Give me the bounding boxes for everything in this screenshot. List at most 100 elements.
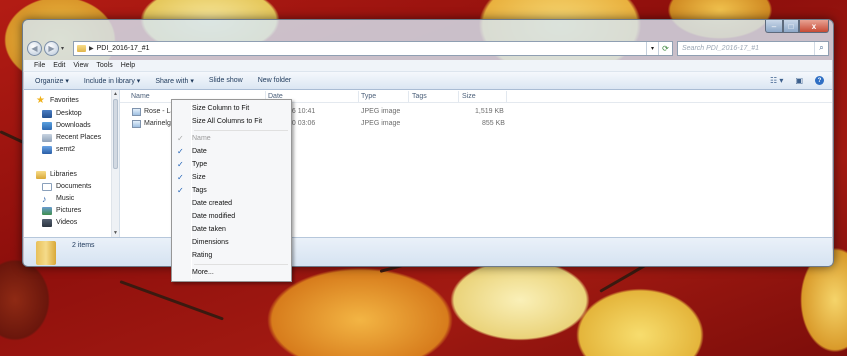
nav-label: semt2 [56, 146, 76, 153]
menu-separator [194, 264, 288, 265]
file-date: 16 10:41 [288, 108, 316, 115]
nav-label: Videos [56, 219, 78, 226]
nav-item-semt2[interactable]: semt2 [42, 144, 75, 155]
maximize-button[interactable]: □ [783, 20, 799, 33]
menu-item-size-column-to-fit[interactable]: Size Column to Fit [192, 103, 249, 115]
folder-icon [36, 241, 56, 265]
nav-label: Documents [56, 183, 92, 190]
nav-item-favorites[interactable]: ★ Favorites [36, 95, 79, 106]
menu-separator [194, 130, 288, 131]
checkmark-icon: ✓ [177, 160, 184, 169]
search-input[interactable]: Search PDI_2016-17_#1 ⌕ [677, 40, 829, 56]
menu-bar: File Edit View Tools Help [24, 60, 832, 72]
menu-item-date[interactable]: Date [192, 146, 207, 158]
column-header-type[interactable]: Type [361, 93, 376, 100]
share-with-button[interactable]: Share with ▾ [155, 77, 194, 85]
libraries-icon [36, 170, 46, 179]
menu-item-size[interactable]: Size [192, 172, 206, 184]
menu-item-dimensions[interactable]: Dimensions [192, 237, 229, 249]
nav-label: Music [56, 195, 75, 202]
jpeg-file-icon [132, 108, 141, 116]
recent-places-icon [42, 133, 52, 142]
folder-icon [77, 44, 86, 52]
menu-item-size-all-columns-to-fit[interactable]: Size All Columns to Fit [192, 116, 262, 128]
nav-item-videos[interactable]: Videos [42, 217, 77, 228]
menu-item-date-modified[interactable]: Date modified [192, 211, 235, 223]
address-dropdown-button[interactable]: ▾ [646, 41, 658, 55]
refresh-icon[interactable]: ⟳ [658, 41, 672, 55]
preview-pane-icon[interactable]: ▣ [795, 76, 803, 85]
item-count: 2 items [72, 242, 95, 249]
nav-item-pictures[interactable]: Pictures [42, 205, 81, 216]
scroll-down-icon[interactable]: ▼ [113, 230, 118, 236]
menu-tools[interactable]: Tools [96, 62, 112, 69]
breadcrumb[interactable]: PDI_2016-17_#1 [97, 45, 150, 52]
command-bar: Organize ▾ Include in library ▾ Share wi… [24, 72, 832, 90]
search-icon[interactable]: ⌕ [814, 41, 828, 55]
file-size: 855 KB [482, 120, 505, 127]
network-share-icon [42, 145, 52, 154]
change-view-icon[interactable]: ☷ ▾ [770, 76, 783, 85]
checkmark-icon: ✓ [177, 173, 184, 182]
column-header-tags[interactable]: Tags [412, 93, 427, 100]
menu-view[interactable]: View [73, 62, 88, 69]
caption-buttons: – □ x [765, 20, 829, 33]
menu-item-date-created[interactable]: Date created [192, 198, 232, 210]
nav-item-downloads[interactable]: Downloads [42, 120, 91, 131]
column-divider[interactable] [458, 91, 459, 102]
nav-label: Downloads [56, 122, 91, 129]
nav-item-libraries[interactable]: Libraries [36, 169, 77, 180]
menu-item-date-taken[interactable]: Date taken [192, 224, 226, 236]
search-placeholder: Search PDI_2016-17_#1 [682, 44, 760, 52]
close-button[interactable]: x [799, 20, 829, 33]
nav-label: Pictures [56, 207, 82, 214]
organize-button[interactable]: Organize ▾ [35, 77, 69, 85]
include-in-library-button[interactable]: Include in library ▾ [84, 77, 140, 85]
address-bar[interactable]: ▶ PDI_2016-17_#1 ▾ ⟳ [73, 40, 673, 56]
column-header-size[interactable]: Size [462, 93, 476, 100]
jpeg-file-icon [132, 120, 141, 128]
scroll-up-icon[interactable]: ▲ [113, 91, 118, 97]
details-pane: 2 items [24, 237, 832, 266]
file-date: 10 03:06 [288, 120, 316, 127]
slide-show-button[interactable]: Slide show [209, 77, 243, 84]
address-row: ◀ ▶ ▾ ▶ PDI_2016-17_#1 ▾ ⟳ Search PDI_20… [27, 38, 829, 58]
downloads-icon [42, 121, 52, 130]
menu-item-type[interactable]: Type [192, 159, 207, 171]
content-area: ★ Favorites Desktop Downloads Recent Pla… [24, 90, 832, 237]
nav-item-recent-places[interactable]: Recent Places [42, 132, 101, 143]
checkmark-icon: ✓ [177, 147, 184, 156]
music-icon: ♪ [42, 193, 47, 204]
minimize-button[interactable]: – [765, 20, 783, 33]
pictures-icon [42, 206, 52, 215]
documents-icon [42, 182, 52, 191]
nav-item-music[interactable]: ♪ Music [42, 193, 74, 204]
column-divider[interactable] [506, 91, 507, 102]
menu-help[interactable]: Help [121, 62, 135, 69]
menu-item-rating[interactable]: Rating [192, 250, 212, 262]
help-icon[interactable]: ? [815, 76, 824, 85]
back-icon[interactable]: ◀ [27, 40, 42, 56]
menu-item-name: Name [192, 135, 211, 142]
scrollbar-thumb[interactable] [113, 99, 118, 169]
recent-pages-dropdown[interactable]: ▾ [61, 45, 69, 52]
menu-edit[interactable]: Edit [53, 62, 65, 69]
nav-item-desktop[interactable]: Desktop [42, 108, 82, 119]
menu-file[interactable]: File [34, 62, 45, 69]
checkmark-icon: ✓ [177, 134, 184, 143]
column-divider[interactable] [358, 91, 359, 102]
menu-item-tags[interactable]: Tags [192, 185, 207, 197]
breadcrumb-arrow-icon[interactable]: ▶ [89, 45, 94, 52]
new-folder-button[interactable]: New folder [258, 77, 291, 84]
forward-icon[interactable]: ▶ [44, 40, 59, 56]
nav-scrollbar[interactable]: ▲ ▼ [111, 90, 119, 237]
column-header-name[interactable]: Name [131, 93, 150, 100]
column-divider[interactable] [408, 91, 409, 102]
nav-label: Libraries [50, 171, 77, 178]
file-size: 1,519 KB [475, 108, 504, 115]
menu-item-more[interactable]: More... [192, 267, 214, 279]
desktop-icon [42, 109, 52, 118]
navigation-pane: ★ Favorites Desktop Downloads Recent Pla… [24, 90, 120, 237]
nav-item-documents[interactable]: Documents [42, 181, 91, 192]
explorer-window: – □ x ◀ ▶ ▾ ▶ PDI_2016-17_#1 ▾ ⟳ Search … [22, 19, 834, 267]
